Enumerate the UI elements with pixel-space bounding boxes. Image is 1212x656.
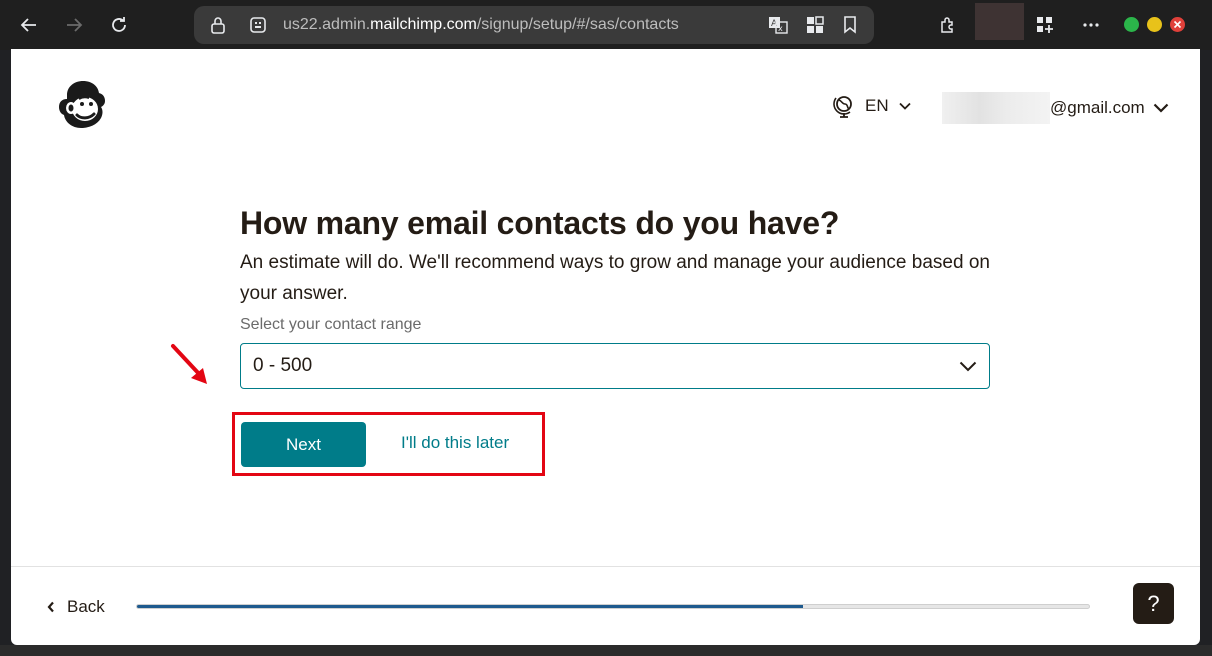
translate-icon[interactable]: Ax [768,15,788,35]
next-button[interactable]: Next [241,422,366,467]
help-button[interactable]: ? [1133,583,1174,624]
footer-divider [11,566,1200,567]
language-label: EN [865,96,889,115]
question-section: How many email contacts do you have? An … [240,203,1000,389]
account-email: @gmail.com [1050,98,1145,117]
mailchimp-signup-page: EN @gmail.com How many email contacts do… [11,49,1200,645]
apps-plus-icon[interactable] [1030,10,1060,40]
minimize-window-icon[interactable] [1124,17,1139,32]
close-window-icon[interactable] [1170,17,1185,32]
maximize-window-icon[interactable] [1147,17,1162,32]
address-bar[interactable]: us22.admin.mailchimp.com/signup/setup/#/… [194,6,874,44]
contact-range-label: Select your contact range [240,316,422,333]
annotation-arrow-icon [171,344,207,384]
bookmark-icon[interactable] [840,15,860,35]
signup-progress-bar [136,604,1090,609]
window-bottom-edge [0,645,1212,656]
reload-icon[interactable] [104,10,134,40]
apps-grid-icon[interactable] [805,15,825,35]
svg-text:A: A [771,19,778,29]
browser-toolbar: us22.admin.mailchimp.com/signup/setup/#/… [0,0,1212,50]
page-title: How many email contacts do you have? [240,205,840,241]
contact-range-select[interactable]: 0 - 500 [240,343,990,389]
url-host: mailchimp.com [370,16,477,33]
site-settings-icon[interactable] [248,15,268,35]
back-arrow-icon[interactable] [14,10,44,40]
page-subtitle: An estimate will do. We'll recommend way… [240,252,990,304]
mailchimp-logo-icon[interactable] [57,79,109,131]
do-this-later-link[interactable]: I'll do this later [401,433,509,453]
back-label: Back [67,597,105,616]
chevron-down-icon [1153,103,1169,113]
account-menu[interactable]: @gmail.com [942,92,1169,124]
lock-icon[interactable] [208,15,228,35]
extensions-puzzle-icon[interactable] [933,10,963,40]
url-path: /signup/setup/#/sas/contacts [476,16,679,33]
back-button[interactable]: Back [47,597,105,617]
profile-avatar[interactable] [975,3,1024,40]
more-menu-icon[interactable] [1076,10,1106,40]
svg-text:x: x [778,24,783,33]
language-selector[interactable]: EN [833,94,911,118]
url-text[interactable]: us22.admin.mailchimp.com/signup/setup/#/… [283,16,679,34]
chevron-down-icon [959,361,977,371]
globe-icon [833,96,852,118]
annotation-highlight-box: Next I'll do this later [232,412,545,476]
selected-contact-range: 0 - 500 [253,355,313,376]
signup-progress-fill [137,605,804,608]
redacted-email-blur [942,92,1050,124]
url-prefix: us22.admin. [283,16,371,33]
chevron-left-icon [47,601,54,613]
chevron-down-icon [898,102,911,110]
forward-arrow-icon[interactable] [59,10,89,40]
